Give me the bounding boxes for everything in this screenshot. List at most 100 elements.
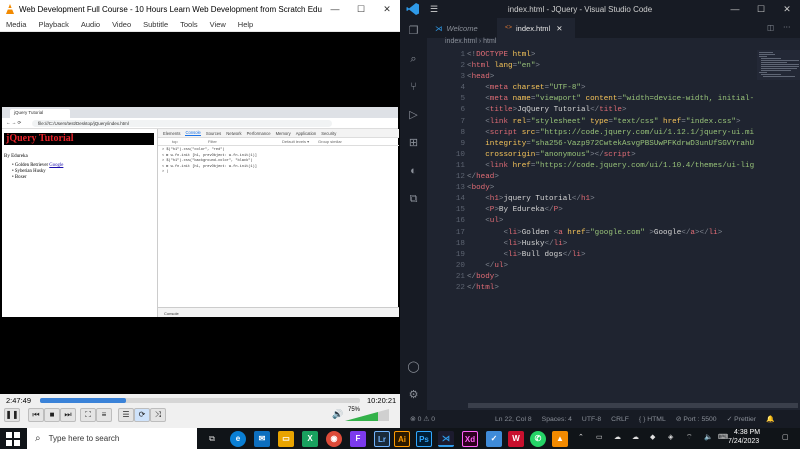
code-line[interactable]: <h1>jquery Tutorial</h1> [467,194,757,205]
clock-time[interactable]: 4:38 PM [734,429,760,436]
next-button[interactable]: ⏭ [60,408,76,422]
live-server-port[interactable]: ⊘ Port : 5500 [676,415,717,423]
close-button[interactable]: ✕ [374,4,400,15]
vscode-taskbar-icon[interactable]: ⋊ [438,431,454,447]
code-line[interactable]: <link href="https://code.jquery.com/ui/1… [467,161,757,172]
code-line[interactable]: </head> [467,172,757,183]
prettier-status[interactable]: ✓ Prettier [727,415,757,423]
mail-icon[interactable]: ✉ [254,431,270,447]
minimap[interactable] [757,50,800,80]
playlist-button[interactable]: ☰ [118,408,134,422]
code-line[interactable]: <P>By Edureka</P> [467,205,757,216]
lightroom-icon[interactable]: Lr [374,431,390,447]
volume-icon[interactable]: 🔈 [704,433,713,441]
edge-devtools-icon[interactable]: ◐ [406,164,421,179]
show-hidden-icons[interactable]: ⌃ [578,433,584,441]
stop-button[interactable]: ■ [44,408,60,422]
settings-gear-icon[interactable]: ⚙ [406,388,421,403]
clock-date[interactable]: 7/24/2023 [728,438,759,445]
code-line[interactable]: crossorigin="anonymous"></script> [467,150,757,161]
indentation[interactable]: Spaces: 4 [542,416,572,423]
account-icon[interactable]: ◯ [406,360,421,375]
explorer-icon[interactable]: ❐ [406,24,421,39]
run-debug-icon[interactable]: ▷ [406,108,421,123]
code-line[interactable]: <html lang="en"> [467,61,757,72]
menu-help[interactable]: Help [238,20,253,29]
cloud-icon[interactable]: ☁ [614,433,621,441]
vlc-taskbar-icon[interactable]: ▲ [552,431,568,447]
search-icon[interactable]: ⌕ [406,52,421,67]
chrome-icon[interactable]: ◉ [326,431,342,447]
menu-media[interactable]: Media [6,20,26,29]
todo-icon[interactable]: ✓ [486,431,502,447]
taskbar-search[interactable]: ⌕ Type here to search [27,428,197,449]
minimize-button[interactable]: — [322,4,348,14]
code-line[interactable]: <li>Husky</li> [467,239,757,250]
language-mode[interactable]: { } HTML [639,416,666,423]
code-line[interactable]: <link rel="stylesheet" type="text/css" h… [467,117,757,128]
encoding[interactable]: UTF-8 [582,416,601,423]
hamburger-menu-icon[interactable]: ☰ [430,4,438,15]
menu-tools[interactable]: Tools [180,20,198,29]
menu-video[interactable]: Video [112,20,131,29]
xd-icon[interactable]: Xd [462,431,478,447]
split-editor-icon[interactable]: ◫ [767,23,774,32]
code-line[interactable]: <meta charset="UTF-8"> [467,83,757,94]
menu-subtitle[interactable]: Subtitle [143,20,168,29]
dropbox-icon[interactable]: ◆ [650,433,655,441]
code-line[interactable]: </html> [467,283,757,294]
close-button[interactable]: ✕ [774,4,800,15]
tab-index-html[interactable]: <> index.html ✕ [497,18,575,38]
code-editor[interactable]: 1 2 3 4 5 6 7 8 9 10 11 12 13 14 15 16 17 18 19 20 21 22 <!DO… [427,50,800,402]
figma-icon[interactable]: F [350,431,366,447]
fullscreen-button[interactable]: ⛶ [80,408,96,422]
excel-icon[interactable]: X [302,431,318,447]
windows-start-icon[interactable] [6,432,20,446]
onedrive-icon[interactable]: ☁ [632,433,639,441]
menu-playback[interactable]: Playback [38,20,68,29]
seek-bar[interactable] [40,398,360,403]
code-line[interactable]: <title>JqQuery Tutorial</title> [467,105,757,116]
file-explorer-icon[interactable]: ▭ [278,431,294,447]
problems-count[interactable]: ⊗ 0 ⚠ 0 [410,415,435,423]
code-line[interactable]: integrity="sha256-Vazp972CwtekAsvgPBSUwP… [467,139,757,150]
notifications-bell-icon[interactable]: 🔔 [766,415,774,423]
speaker-icon[interactable]: 🔊 [332,409,343,420]
close-tab-icon[interactable]: ✕ [556,24,562,33]
battery-icon[interactable]: ▭ [596,433,603,441]
code-line[interactable]: <body> [467,183,757,194]
extensions-icon[interactable]: ⊞ [406,136,421,151]
breadcrumb-item[interactable]: html [483,38,496,45]
photoshop-icon[interactable]: Ps [416,431,432,447]
code-line[interactable]: <li>Bull dogs</li> [467,250,757,261]
loop-button[interactable]: ⟳ [134,408,150,422]
source-control-icon[interactable]: ⑂ [406,80,421,95]
code-line[interactable]: <li>Golden <a href="google.com" >Google<… [467,228,757,239]
cursor-position[interactable]: Ln 22, Col 8 [495,416,532,423]
pause-button[interactable]: ❚❚ [4,408,20,422]
menu-audio[interactable]: Audio [81,20,100,29]
language-icon[interactable]: ⌨ [718,433,728,441]
maximize-button[interactable]: ☐ [348,4,374,15]
illustrator-icon[interactable]: Ai [394,431,410,447]
breadcrumb-item[interactable]: index.html [445,38,477,45]
edge-icon[interactable]: e [230,431,246,447]
wifi-icon[interactable]: ⌔ [686,433,693,442]
code-line[interactable]: <script src="https://code.jquery.com/ui/… [467,128,757,139]
code-line[interactable]: </ul> [467,261,757,272]
tab-welcome[interactable]: ⋊ Welcome [427,18,495,38]
extended-settings-button[interactable]: ≡ [96,408,112,422]
notification-center-icon[interactable]: ▢ [782,433,789,441]
maximize-button[interactable]: ☐ [748,4,774,15]
more-actions-icon[interactable]: ⋯ [783,22,791,31]
wps-office-icon[interactable]: W [508,431,524,447]
whatsapp-icon[interactable]: ✆ [530,431,546,447]
nvidia-icon[interactable]: ◈ [668,433,673,441]
code-content[interactable]: <!DOCTYPE html> <html lang="en"> <head> <m… [467,50,757,294]
code-line[interactable]: <ul> [467,216,757,227]
code-line[interactable]: <head> [467,72,757,83]
shuffle-button[interactable]: ⤨ [150,408,166,422]
code-line[interactable]: </body> [467,272,757,283]
code-line[interactable]: <meta name="viewport" content="width=dev… [467,94,757,105]
remote-explorer-icon[interactable]: ⧉ [406,192,421,207]
